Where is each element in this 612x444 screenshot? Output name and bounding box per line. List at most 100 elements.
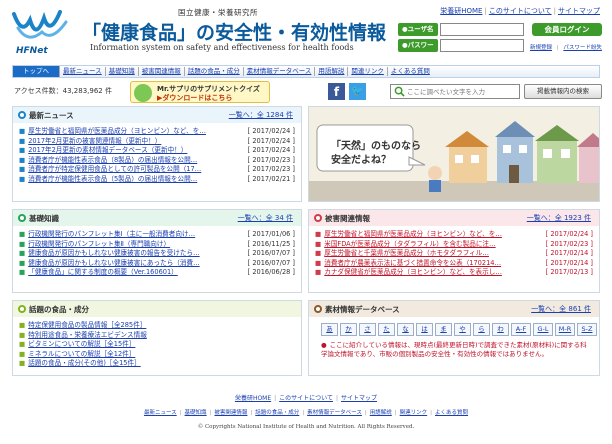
kana-sa[interactable]: さ bbox=[359, 323, 376, 336]
list-item[interactable]: ■ 米国FDAが医薬品成分（タダラフィル）を含む製品に注…[ 2017/02/23… bbox=[315, 240, 593, 250]
damage-more-link[interactable]: 一覧へ：全 1923 件 bbox=[527, 213, 591, 223]
twitter-icon[interactable]: 🐦 bbox=[349, 83, 366, 100]
alpha-a-f[interactable]: A-F bbox=[511, 323, 531, 336]
member-login-button[interactable]: 会員ログイン bbox=[532, 23, 602, 36]
list-item[interactable]: ■ 特定保健用食品の製品情報［全285件］ bbox=[19, 321, 295, 331]
list-item[interactable]: ■ 行政機関発行のパンフレット集Ⅱ（専門職向け）[ 2016/11/25 ] bbox=[19, 240, 295, 250]
kana-a[interactable]: あ bbox=[321, 323, 338, 336]
kana-ka[interactable]: か bbox=[340, 323, 357, 336]
kana-ra[interactable]: ら bbox=[473, 323, 490, 336]
list-item[interactable]: ■ 行政機関発行のパンフレット集Ⅰ（主に一般消費者向け…[ 2017/01/06 … bbox=[19, 230, 295, 240]
alpha-s-z[interactable]: S-Z bbox=[577, 323, 597, 336]
footer-nav-damage[interactable]: 被害関連情報 bbox=[214, 410, 247, 416]
list-item[interactable]: ■ 消費者庁が機能性表示食品（5製品）の届出情報を公開…[ 2017/02/21 … bbox=[19, 175, 295, 185]
topics-list: ■ 特定保健用食品の製品情報［全285件］ ■ 特別用途食品・栄養療法エビデンス情報… bbox=[19, 321, 295, 369]
footer-nav-materials[interactable]: 素材情報データベース bbox=[307, 410, 362, 416]
alpha-g-l[interactable]: G-L bbox=[533, 323, 553, 336]
list-item[interactable]: ■ 消費者庁が農薬表示法に基づく措置命令を公表（170214…[ 2017/02/… bbox=[315, 259, 593, 269]
kana-ma[interactable]: ま bbox=[435, 323, 452, 336]
list-item[interactable]: ■ 2017年2月更新の素材情報データベース（更新中！）[ 2017/02/24 … bbox=[19, 146, 295, 156]
nav-materials[interactable]: 素材情報データベース bbox=[244, 67, 316, 76]
search-input[interactable] bbox=[407, 86, 517, 97]
list-item[interactable]: ■ 厚生労働省と福岡県が医薬品成分（ヨヒンビン）など、を…[ 2017/02/24… bbox=[315, 230, 593, 240]
list-item[interactable]: ■ 消費者庁が機能性表示食品（8製品）の届出情報を公開…[ 2017/02/23 … bbox=[19, 156, 295, 166]
list-item[interactable]: ■ 健康食品が原因かもしれない健康被害の報告を受けたら…[ 2016/07/07 … bbox=[19, 249, 295, 259]
kana-ta[interactable]: た bbox=[378, 323, 395, 336]
kana-na[interactable]: な bbox=[397, 323, 414, 336]
register-link[interactable]: 新規登録 bbox=[530, 45, 552, 51]
footer-nav-links[interactable]: 関連リンク bbox=[400, 410, 428, 416]
list-item[interactable]: ■ ビタミンについての解説［全15件］ bbox=[19, 340, 295, 350]
news-list: ■ 厚生労働省と福岡県が医薬品成分（ヨヒンビン）など、を…[ 2017/02/24… bbox=[19, 127, 295, 185]
login-links: 新規登録 | パスワード紛失 bbox=[530, 45, 602, 51]
list-item[interactable]: ■ ミネラルについての解説［全12件］ bbox=[19, 350, 295, 360]
materials-more-link[interactable]: 一覧へ：全 861 件 bbox=[531, 304, 591, 314]
alpha-m-r[interactable]: M-R bbox=[555, 323, 575, 336]
site-header: HFNet 国立健康・栄養研究所 「健康食品」の安全性・有効性情報 Inform… bbox=[0, 0, 612, 62]
nav-faq[interactable]: よくある質問 bbox=[388, 67, 433, 76]
hero-line1: 「天然」のものなら bbox=[331, 141, 421, 152]
materials-panel-header: 素材情報データベース 一覧へ：全 861 件 bbox=[309, 301, 599, 317]
list-item[interactable]: ■ 厚生労働省と福岡県が医薬品成分（ヨヒンビン）など、を…[ 2017/02/24… bbox=[19, 127, 295, 137]
footer-nav-topics[interactable]: 話題の食品・成分 bbox=[255, 410, 299, 416]
kana-ya[interactable]: や bbox=[454, 323, 471, 336]
list-item[interactable]: ■ 厚生労働省と千葉県が医薬品成分（ホモタダラフィル…[ 2017/02/14 ] bbox=[315, 249, 593, 259]
about-link[interactable]: このサイトについて bbox=[489, 7, 552, 15]
nav-top[interactable]: トップへ bbox=[13, 66, 60, 77]
list-item[interactable]: ■ 特別用途食品・栄養療法エビデンス情報 bbox=[19, 331, 295, 341]
nav-basic[interactable]: 基礎知識 bbox=[106, 67, 139, 76]
copyright: © Copyrights National Institute of Healt… bbox=[197, 424, 415, 430]
quiz-banner[interactable]: Mr.サプリのサプリメントクイズ ▶ダウンロードはこちら bbox=[130, 81, 270, 103]
damage-panel-header: 被害関連情報 一覧へ：全 1923 件 bbox=[309, 210, 599, 226]
hero-line2: 安全だよね？ bbox=[331, 155, 391, 166]
circle-icon bbox=[314, 214, 322, 222]
kana-ha[interactable]: は bbox=[416, 323, 433, 336]
list-item[interactable]: ■ カナダ保健省が医薬品成分（ヨヒンビン）など、を表示し…[ 2017/02/13… bbox=[315, 268, 593, 278]
forgot-password-link[interactable]: パスワード紛失 bbox=[563, 45, 602, 51]
footer-nav-faq[interactable]: よくある質問 bbox=[435, 410, 468, 416]
page-title: 「健康食品」の安全性・有効性情報 bbox=[82, 22, 387, 44]
circle-icon bbox=[314, 305, 322, 313]
footer-sitemap-link[interactable]: サイトマップ bbox=[341, 395, 377, 402]
hfnet-logo[interactable]: HFNet bbox=[8, 6, 76, 58]
quiz-download: ▶ダウンロードはこちら bbox=[157, 94, 233, 102]
search-icon bbox=[394, 86, 405, 97]
list-item[interactable]: ■ 話題の食品・成分(その他)［全15件］ bbox=[19, 359, 295, 369]
kana-index: あ か さ た な は ま や ら わ A-F G-L M-R S-Z bbox=[321, 323, 597, 336]
nav-topics[interactable]: 話題の食品・成分 bbox=[185, 67, 244, 76]
footer-nav-news[interactable]: 最新ニュース bbox=[144, 410, 177, 416]
login-box: ●ユーザ名 ●パスワード 会員ログイン 新規登録 | パスワード紛失 bbox=[398, 20, 604, 62]
topics-panel: 話題の食品・成分 ■ 特定保健用食品の製品情報［全285件］ ■ 特別用途食品・栄養… bbox=[12, 300, 302, 376]
news-panel: 最新ニュース 一覧へ：全 1284 件 ■ 厚生労働省と福岡県が医薬品成分（ヨヒン… bbox=[12, 106, 302, 202]
basic-more-link[interactable]: 一覧へ：全 34 件 bbox=[238, 213, 293, 223]
nav-glossary[interactable]: 用語解説 bbox=[315, 67, 349, 76]
person-head bbox=[428, 166, 442, 180]
topics-panel-header: 話題の食品・成分 bbox=[13, 301, 301, 317]
footer-about-link[interactable]: このサイトについて bbox=[279, 395, 333, 402]
footer-home-link[interactable]: 栄養研HOME bbox=[235, 395, 271, 402]
nav-damage[interactable]: 被害関連情報 bbox=[139, 67, 185, 76]
footer-nav-glossary[interactable]: 用語解説 bbox=[370, 410, 392, 416]
nav-links[interactable]: 関連リンク bbox=[348, 67, 388, 76]
username-input[interactable] bbox=[440, 23, 524, 36]
facebook-icon[interactable]: f bbox=[328, 83, 345, 100]
org-name: 国立健康・栄養研究所 bbox=[178, 8, 258, 17]
hero-banner[interactable]: 「天然」のものなら 安全だよね？ bbox=[308, 106, 600, 202]
nav-news[interactable]: 最新ニュース bbox=[60, 67, 106, 76]
password-input[interactable] bbox=[440, 39, 524, 52]
sitemap-link[interactable]: サイトマップ bbox=[558, 7, 600, 15]
search-button[interactable]: 掲載情報内の検索 bbox=[524, 84, 602, 99]
list-item[interactable]: ■ 健康食品が原因かもしれない健康被害にあったら（消費…[ 2016/07/07 … bbox=[19, 259, 295, 269]
top-links: 栄養研HOME | このサイトについて | サイトマップ bbox=[440, 7, 600, 15]
basic-panel-header: 基礎知識 一覧へ：全 34 件 bbox=[13, 210, 301, 226]
footer-nav-basic[interactable]: 基礎知識 bbox=[185, 410, 207, 416]
circle-icon bbox=[18, 214, 26, 222]
list-item[interactable]: ■ 2017年2月更新の被害関連情報（更新中！）[ 2017/02/24 ] bbox=[19, 137, 295, 147]
news-more-link[interactable]: 一覧へ：全 1284 件 bbox=[229, 110, 293, 120]
home-link[interactable]: 栄養研HOME bbox=[440, 7, 482, 15]
kana-wa[interactable]: わ bbox=[492, 323, 509, 336]
topics-title: 話題の食品・成分 bbox=[29, 305, 89, 314]
basic-knowledge-panel: 基礎知識 一覧へ：全 34 件 ■ 行政機関発行のパンフレット集Ⅰ（主に一般消費者… bbox=[12, 209, 302, 293]
list-item[interactable]: ■ 「健康食品」に関する制度の概要（Ver.160601）[ 2016/06/28… bbox=[19, 268, 295, 278]
list-item[interactable]: ■ 消費者庁が特定保健用食品としての許可製品を公開（17…[ 2017/02/23… bbox=[19, 165, 295, 175]
